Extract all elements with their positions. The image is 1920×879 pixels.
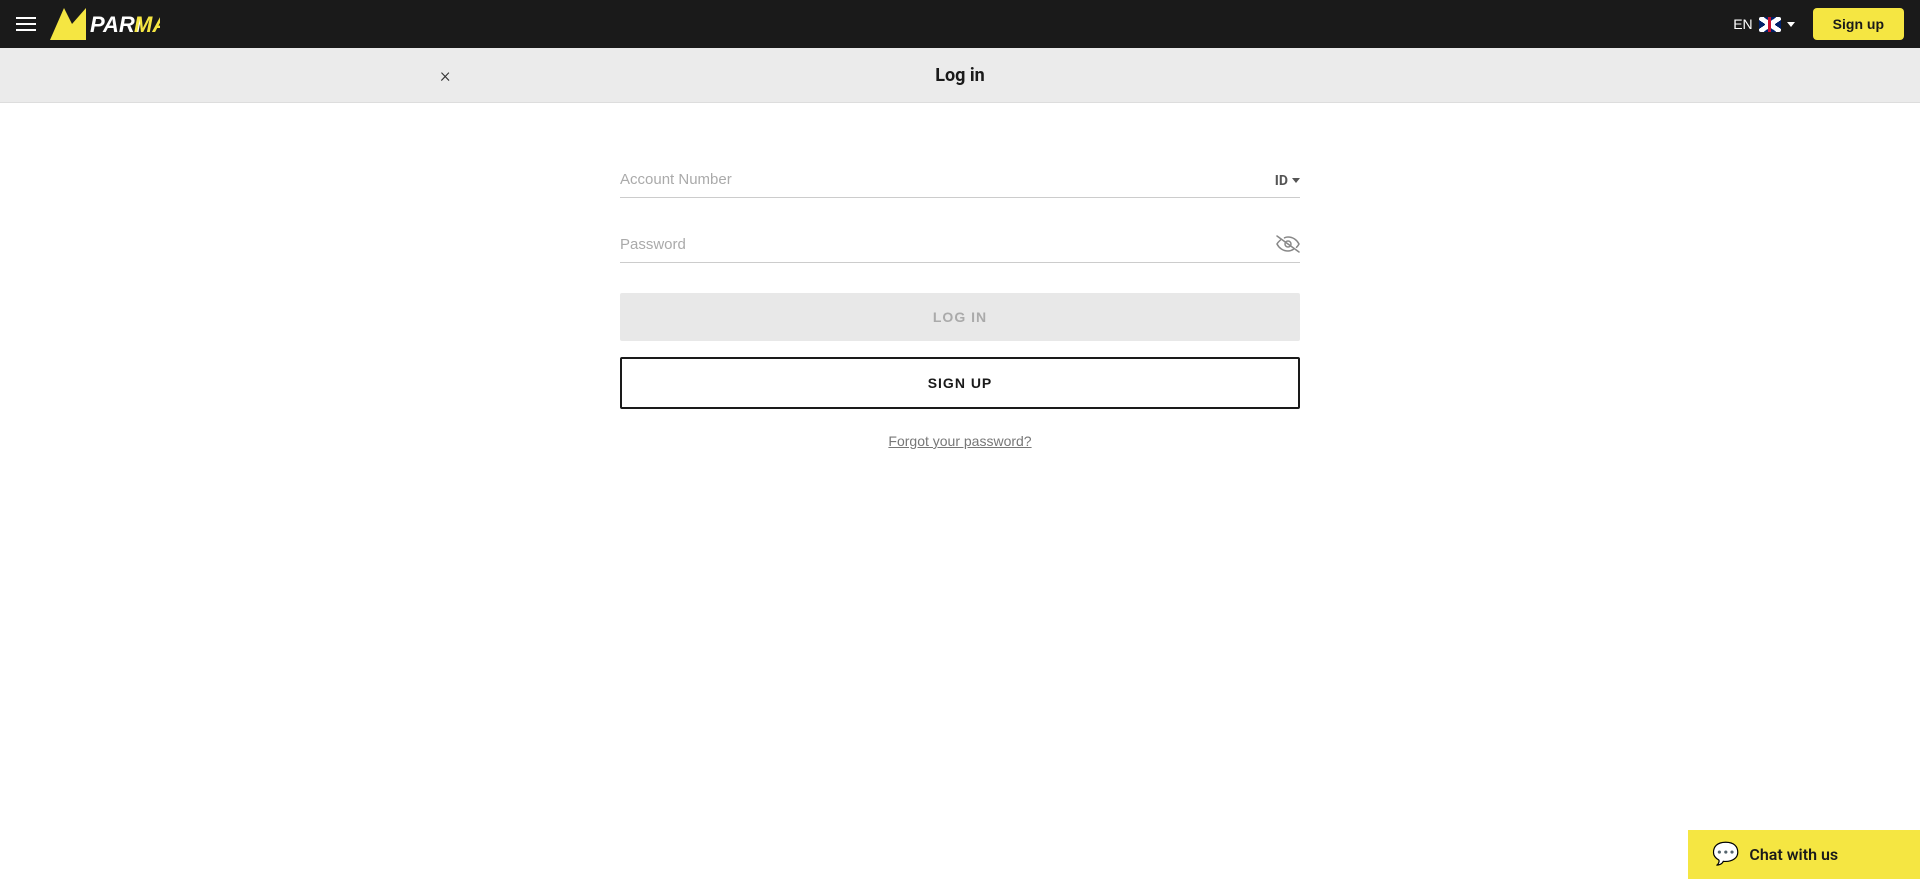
chevron-down-icon	[1787, 22, 1795, 27]
account-number-input[interactable]	[620, 163, 1300, 198]
modal-title: Log in	[935, 65, 985, 86]
hamburger-menu-icon[interactable]	[16, 17, 36, 31]
language-selector[interactable]: EN	[1725, 12, 1802, 36]
navbar-right: EN Sign up	[1725, 8, 1904, 40]
id-badge: ID	[1275, 173, 1288, 189]
password-group	[620, 228, 1300, 263]
chat-label: Chat with us	[1749, 845, 1838, 864]
signup-button[interactable]: Sign up	[1813, 8, 1904, 40]
flag-icon	[1759, 17, 1781, 32]
main-content: ID LOG IN SIGN UP Forgot your password?	[0, 103, 1920, 879]
account-number-group: ID	[620, 163, 1300, 198]
eye-hidden-icon[interactable]	[1276, 234, 1300, 258]
chat-bubble-icon: 💬	[1712, 842, 1739, 867]
parimatch-logo-svg: PARI MATCH	[50, 8, 160, 40]
id-chevron-down-icon	[1292, 178, 1300, 183]
modal-header: × Log in	[0, 48, 1920, 103]
lang-code: EN	[1733, 16, 1752, 32]
chat-widget[interactable]: 💬 Chat with us	[1688, 830, 1920, 879]
navbar: PARI MATCH EN Sign up	[0, 0, 1920, 48]
password-input[interactable]	[620, 228, 1300, 263]
login-button[interactable]: LOG IN	[620, 293, 1300, 341]
id-suffix-button[interactable]: ID	[1275, 173, 1300, 189]
signup-form-button[interactable]: SIGN UP	[620, 357, 1300, 409]
close-icon[interactable]: ×	[440, 65, 450, 85]
login-form: ID LOG IN SIGN UP Forgot your password?	[620, 163, 1300, 879]
forgot-password-link[interactable]: Forgot your password?	[620, 433, 1300, 449]
svg-text:MATCH: MATCH	[134, 12, 160, 37]
logo[interactable]: PARI MATCH	[50, 8, 160, 40]
navbar-left: PARI MATCH	[16, 8, 160, 40]
